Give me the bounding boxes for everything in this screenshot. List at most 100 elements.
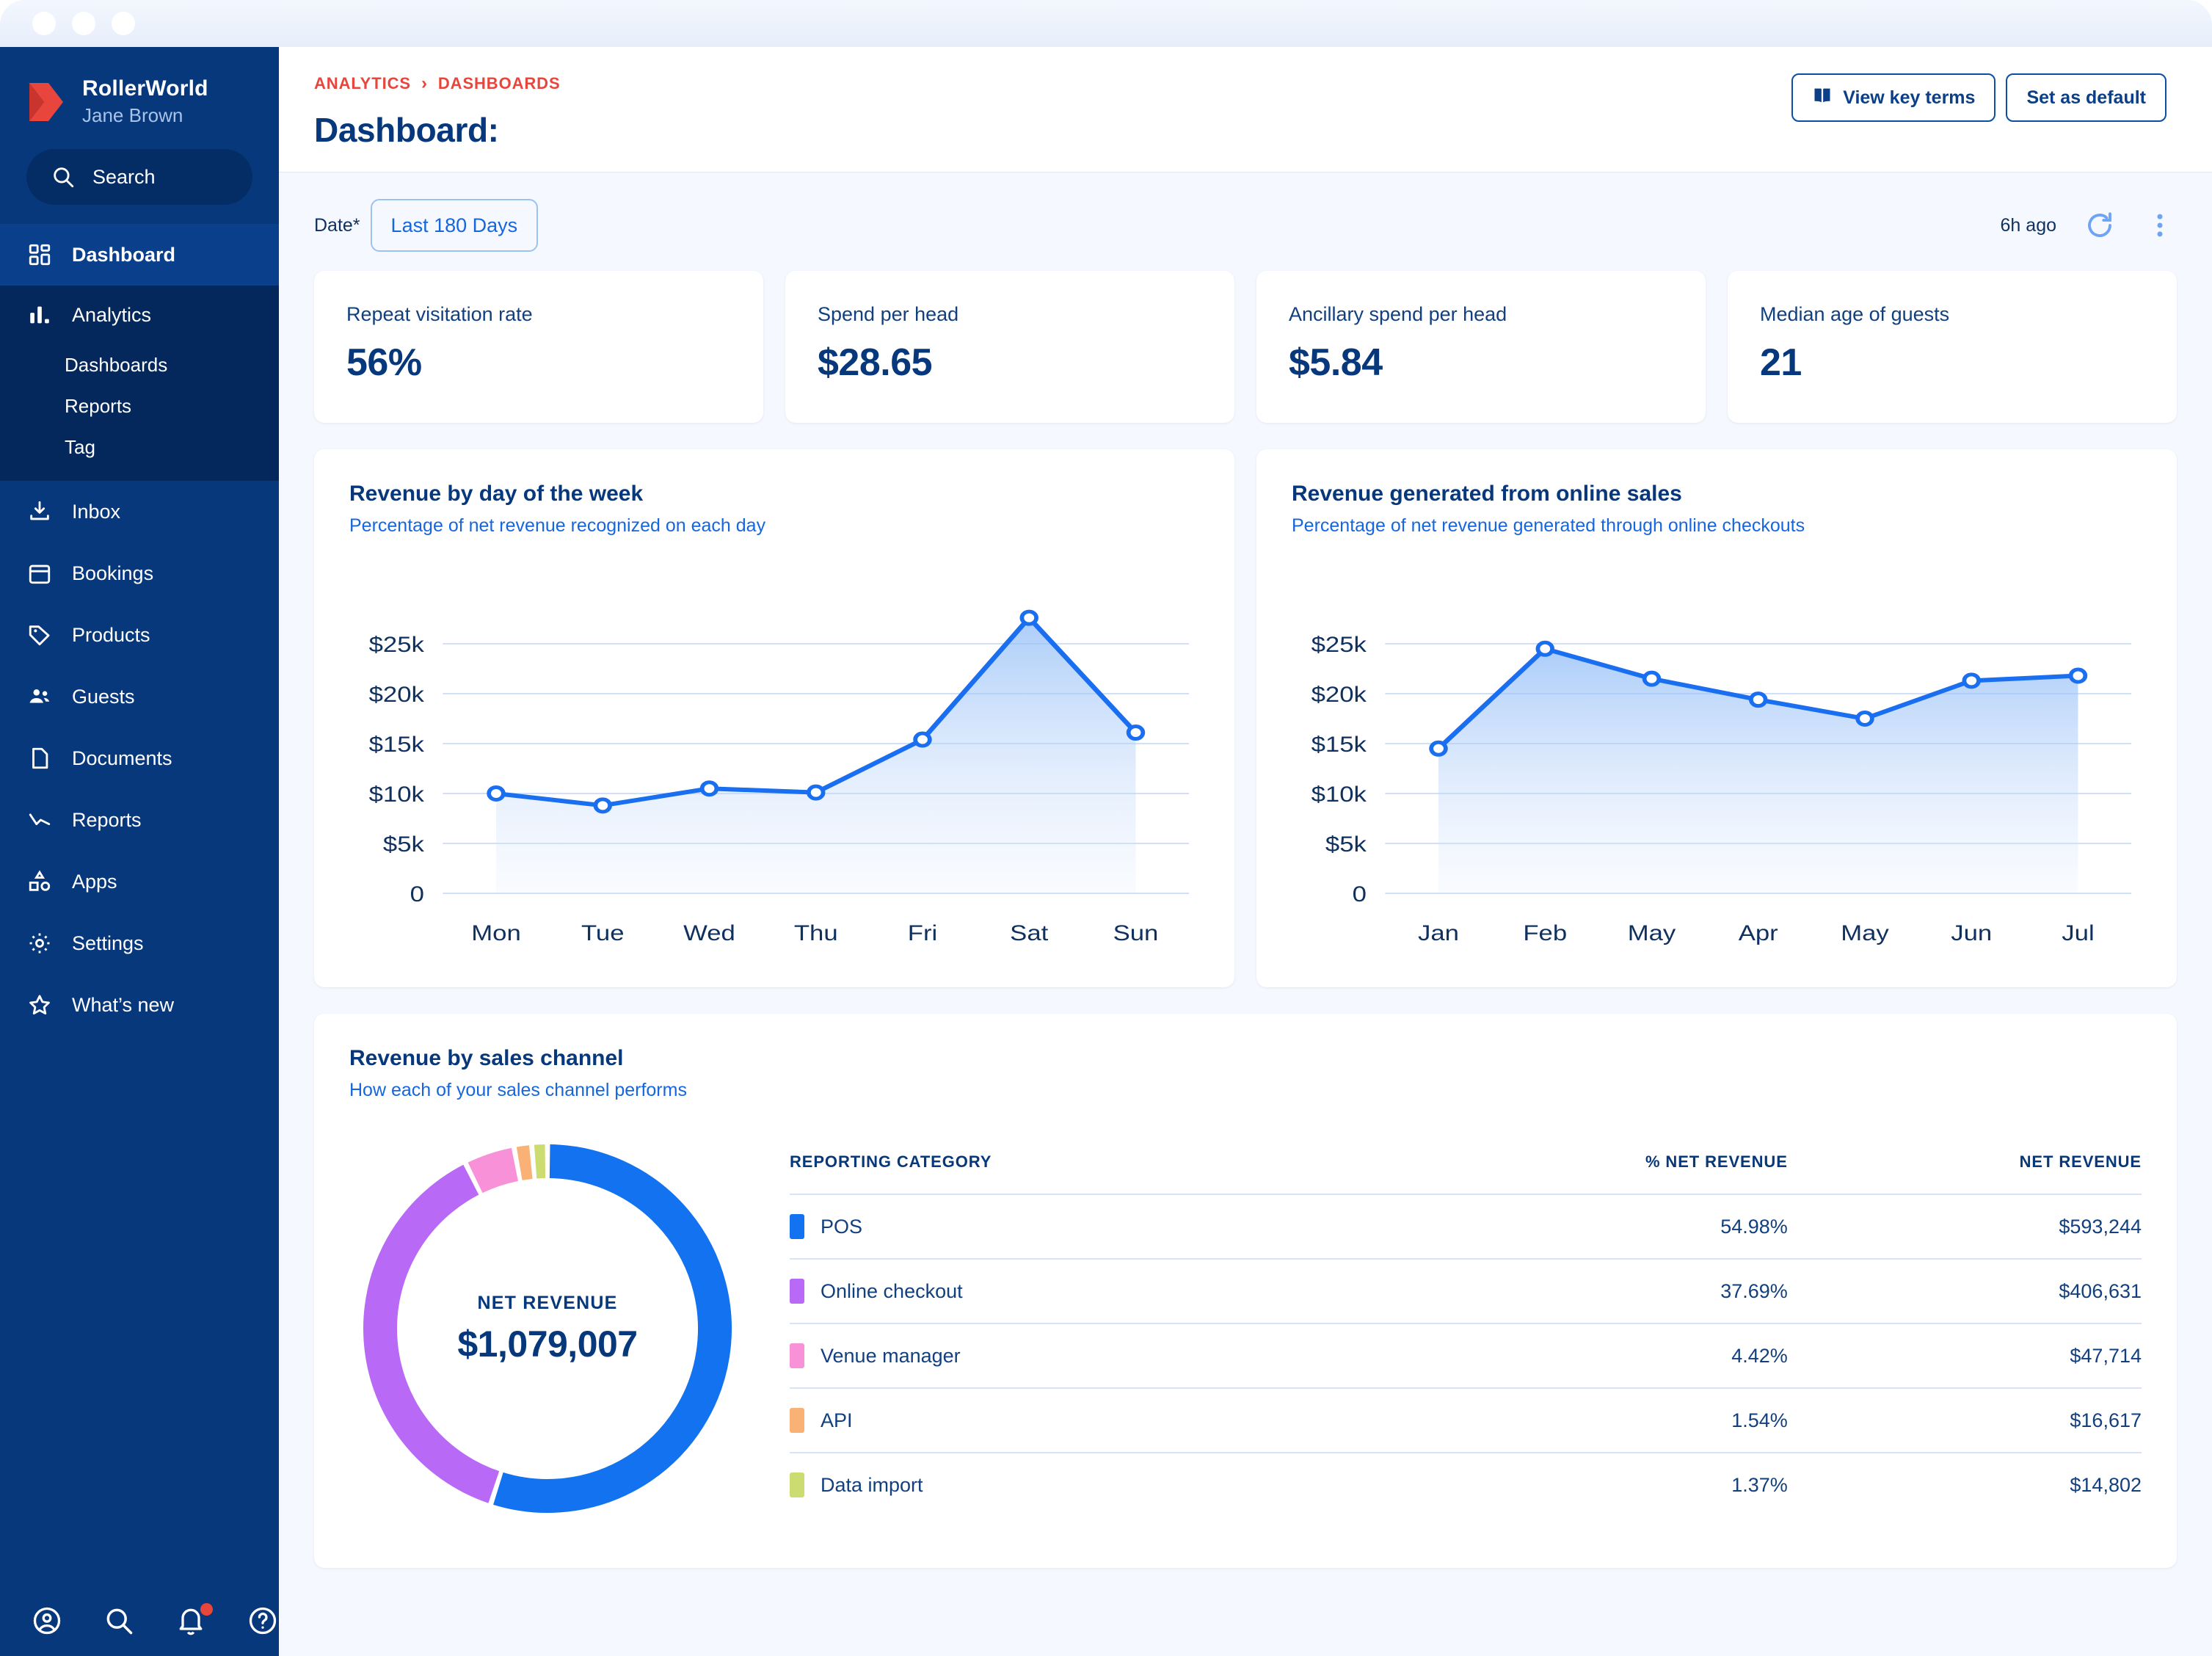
notification-badge — [200, 1603, 213, 1616]
area-chart-svg: $25k$20k$15k$10k$5k0JanFebMayAprMayJunJu… — [1292, 550, 2142, 961]
date-range-selector[interactable]: Last 180 Days — [371, 199, 539, 252]
view-key-terms-button[interactable]: View key terms — [1791, 73, 1995, 122]
chart-title: Revenue by sales channel — [349, 1046, 2142, 1071]
table-row[interactable]: Data import 1.37% $14,802 — [790, 1453, 2142, 1517]
legend-swatch — [790, 1408, 804, 1433]
table-row[interactable]: Venue manager 4.42% $47,714 — [790, 1323, 2142, 1388]
sidebar-item-bookings[interactable]: Bookings — [0, 542, 279, 604]
sidebar-subitem-tag[interactable]: Tag — [0, 426, 279, 468]
svg-text:Wed: Wed — [683, 920, 735, 945]
bell-icon[interactable] — [175, 1605, 207, 1637]
kpi-label: Repeat visitation rate — [346, 303, 731, 326]
sidebar-item-guests[interactable]: Guests — [0, 666, 279, 727]
sidebar-item-label: What’s new — [72, 994, 174, 1017]
sidebar-subitem-label: Dashboards — [65, 354, 167, 377]
online-sales-chart: $25k$20k$15k$10k$5k0JanFebMayAprMayJunJu… — [1292, 550, 2142, 961]
table-row[interactable]: POS 54.98% $593,244 — [790, 1194, 2142, 1259]
document-icon — [26, 745, 53, 771]
legend-swatch — [790, 1343, 804, 1368]
legend-swatch — [790, 1214, 804, 1239]
search-icon — [50, 164, 76, 190]
channel-table: REPORTING CATEGORY % NET REVENUE NET REV… — [790, 1152, 2142, 1517]
book-icon — [1812, 85, 1833, 111]
people-icon — [26, 683, 53, 710]
rollerworld-logo-icon — [26, 81, 66, 123]
column-header-pct: % NET REVENUE — [1375, 1152, 1788, 1194]
search-icon[interactable] — [103, 1605, 135, 1637]
sidebar-nav: Dashboard Analytics — [0, 224, 279, 1586]
area-chart-svg: $25k$20k$15k$10k$5k0MonTueWedThuFriSatSu… — [349, 550, 1199, 961]
svg-text:Thu: Thu — [794, 920, 838, 945]
legend-swatch — [790, 1279, 804, 1304]
chart-subtitle: Percentage of net revenue generated thro… — [1292, 515, 2142, 537]
sidebar-item-inbox[interactable]: Inbox — [0, 481, 279, 542]
breadcrumb-parent[interactable]: ANALYTICS — [314, 74, 411, 93]
channel-amount: $16,617 — [1788, 1388, 2142, 1453]
sidebar-item-label: Dashboard — [72, 244, 175, 266]
account-icon[interactable] — [31, 1605, 63, 1637]
sidebar-item-label: Settings — [72, 932, 144, 955]
donut-chart: NET REVENUE $1,079,007 — [349, 1130, 746, 1541]
set-as-default-button[interactable]: Set as default — [2006, 73, 2166, 122]
kpi-value: $28.65 — [818, 341, 1202, 385]
more-vertical-icon[interactable] — [2143, 208, 2177, 242]
breadcrumb: ANALYTICS › DASHBOARDS — [314, 73, 561, 94]
kpi-label: Spend per head — [818, 303, 1202, 326]
svg-text:Feb: Feb — [1523, 920, 1567, 945]
sidebar-item-settings[interactable]: Settings — [0, 912, 279, 974]
sidebar-footer — [0, 1586, 279, 1656]
date-filter-label: Date* — [314, 215, 360, 236]
kpi-value: 21 — [1760, 341, 2144, 385]
sidebar-subitem-reports[interactable]: Reports — [0, 385, 279, 426]
window-maximize-dot[interactable] — [112, 12, 135, 35]
svg-text:Mon: Mon — [471, 920, 521, 945]
svg-text:$25k: $25k — [369, 632, 425, 656]
sidebar-item-label: Inbox — [72, 501, 120, 523]
shapes-icon — [26, 868, 53, 895]
legend-swatch — [790, 1472, 804, 1497]
window-close-dot[interactable] — [32, 12, 56, 35]
breadcrumb-current[interactable]: DASHBOARDS — [438, 74, 561, 93]
search-input[interactable]: Search — [26, 149, 252, 205]
sidebar-item-apps[interactable]: Apps — [0, 851, 279, 912]
refresh-icon[interactable] — [2083, 208, 2117, 242]
revenue-by-channel-card: Revenue by sales channel How each of you… — [314, 1014, 2177, 1568]
channel-amount: $47,714 — [1788, 1323, 2142, 1388]
brand-block[interactable]: RollerWorld Jane Brown — [0, 47, 279, 146]
table-row[interactable]: Online checkout 37.69% $406,631 — [790, 1259, 2142, 1323]
sidebar-item-label: Reports — [72, 809, 142, 832]
sidebar-item-dashboard[interactable]: Dashboard — [0, 224, 279, 286]
browser-window: RollerWorld Jane Brown Search — [0, 0, 2212, 1656]
sidebar-item-products[interactable]: Products — [0, 604, 279, 666]
search-placeholder-label: Search — [92, 166, 156, 189]
charts-row: Revenue by day of the week Percentage of… — [314, 449, 2177, 987]
channel-amount: $406,631 — [1788, 1259, 2142, 1323]
tag-icon — [26, 622, 53, 648]
app-shell: RollerWorld Jane Brown Search — [0, 47, 2212, 1656]
sidebar-item-documents[interactable]: Documents — [0, 727, 279, 789]
svg-text:$25k: $25k — [1311, 632, 1367, 656]
sidebar-item-label: Analytics — [72, 304, 151, 327]
chart-title: Revenue by day of the week — [349, 482, 1199, 506]
chart-subtitle: Percentage of net revenue recognized on … — [349, 515, 1199, 537]
svg-text:$20k: $20k — [369, 682, 425, 706]
channel-name: Venue manager — [821, 1345, 961, 1368]
svg-text:$5k: $5k — [383, 832, 425, 856]
svg-text:Jun: Jun — [1951, 920, 1992, 945]
header-actions: View key terms Set as default — [1791, 73, 2166, 122]
brand-user: Jane Brown — [82, 104, 208, 128]
sidebar-subitem-dashboards[interactable]: Dashboards — [0, 344, 279, 385]
sidebar-item-analytics[interactable]: Analytics — [0, 286, 279, 344]
window-minimize-dot[interactable] — [72, 12, 95, 35]
chart-subtitle: How each of your sales channel performs — [349, 1080, 2142, 1101]
help-icon[interactable] — [247, 1605, 279, 1637]
sidebar-item-reports[interactable]: Reports — [0, 789, 279, 851]
chart-title: Revenue generated from online sales — [1292, 482, 2142, 506]
channel-pct: 1.54% — [1375, 1388, 1788, 1453]
sidebar-subitem-label: Tag — [65, 436, 95, 459]
sidebar-item-whats-new[interactable]: What’s new — [0, 974, 279, 1036]
bar-chart-icon — [26, 302, 53, 328]
table-row[interactable]: API 1.54% $16,617 — [790, 1388, 2142, 1453]
channel-amount: $593,244 — [1788, 1194, 2142, 1259]
svg-text:Fri: Fri — [908, 920, 937, 945]
